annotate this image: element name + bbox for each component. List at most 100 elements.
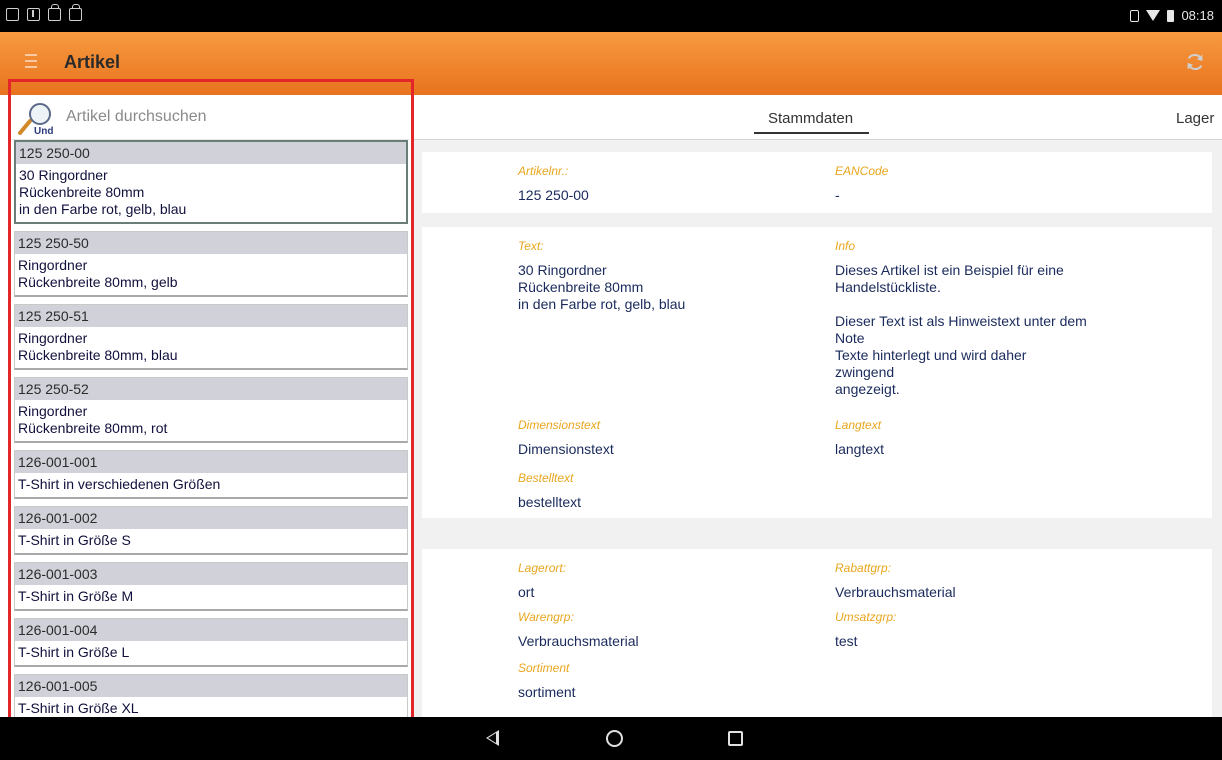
umsatzgrp-label: Umsatzgrp: xyxy=(835,610,897,624)
article-description: T-Shirt in Größe L xyxy=(15,641,407,665)
recent-apps-icon[interactable] xyxy=(728,731,743,746)
battery-icon xyxy=(1167,9,1175,22)
langtext-value: langtext xyxy=(835,441,885,457)
value-line xyxy=(835,296,1087,313)
list-item[interactable]: 125 250-00 30 Ringordner Rückenbreite 80mm… xyxy=(14,140,408,224)
tab-lager[interactable]: Lager xyxy=(1176,110,1214,127)
value-line: Rückenbreite 80mm xyxy=(518,279,644,295)
article-number: 125 250-50 xyxy=(15,232,407,254)
home-icon[interactable] xyxy=(606,730,623,747)
value-line: Handelstückliste. xyxy=(835,279,941,295)
nav-bar-edge xyxy=(0,717,12,760)
list-item[interactable]: 126-001-002 T-Shirt in Größe S xyxy=(14,506,408,555)
text-value: 30 Ringordner Rückenbreite 80mm in den Far… xyxy=(518,262,685,313)
article-number: 126-001-005 xyxy=(15,675,407,697)
article-number: 126-001-004 xyxy=(15,619,407,641)
article-description: T-Shirt in verschiedenen Größen xyxy=(15,473,407,497)
list-item[interactable]: 126-001-005 T-Shirt in Größe XL xyxy=(14,674,408,717)
active-tab-indicator xyxy=(754,132,869,134)
download-notification-icon xyxy=(27,8,40,21)
article-description: T-Shirt in Größe M xyxy=(15,585,407,609)
article-description: Ringordner Rückenbreite 80mm, gelb xyxy=(15,254,407,295)
lagerort-value: ort xyxy=(518,584,535,600)
description-line: Ringordner xyxy=(18,403,88,419)
article-description: Ringordner Rückenbreite 80mm, rot xyxy=(15,400,407,441)
store-notification-icon xyxy=(48,4,61,21)
text-label: Text: xyxy=(518,239,544,253)
article-number: 125 250-52 xyxy=(15,378,407,400)
rabattgrp-value: Verbrauchsmaterial xyxy=(835,584,956,600)
description-line: in den Farbe rot, gelb, blau xyxy=(19,201,187,217)
description-line: T-Shirt in Größe M xyxy=(18,588,134,604)
page-title: Artikel xyxy=(64,52,121,72)
lagerort-label: Lagerort: xyxy=(518,561,567,575)
bestelltext-label: Bestelltext xyxy=(518,471,574,485)
warengrp-label: Warengrp: xyxy=(518,610,574,624)
list-item[interactable]: 125 250-51 Ringordner Rückenbreite 80mm, b… xyxy=(14,304,408,370)
card-identifiers: Artikelnr.: 125 250-00 EANCode - xyxy=(422,152,1212,213)
dimensionstext-value: Dimensionstext xyxy=(518,441,614,457)
app-screen: 08:18 Artikel Und 125 250-0030 Ringordne… xyxy=(0,0,1222,760)
eancode-value: - xyxy=(835,187,840,203)
card-texts: Text: 30 Ringordner Rückenbreite 80mm in d… xyxy=(422,227,1212,518)
description-line: Rückenbreite 80mm, gelb xyxy=(18,274,178,290)
list-item[interactable]: 125 250-50 Ringordner Rückenbreite 80mm, g… xyxy=(14,231,408,297)
eancode-label: EANCode xyxy=(835,164,889,178)
list-item[interactable]: 126-001-004 T-Shirt in Größe L xyxy=(14,618,408,667)
value-line: Note xyxy=(835,330,865,346)
back-icon[interactable] xyxy=(486,730,499,746)
list-item[interactable]: 126-001-003 T-Shirt in Größe M xyxy=(14,562,408,611)
tab-stammdaten[interactable]: Stammdaten xyxy=(768,110,853,127)
sortiment-label: Sortiment xyxy=(518,661,570,675)
value-line: angezeigt. xyxy=(835,381,900,397)
description-line: T-Shirt in Größe L xyxy=(18,644,130,660)
list-item[interactable]: 125 250-52 Ringordner Rückenbreite 80mm, r… xyxy=(14,377,408,443)
description-line: Rückenbreite 80mm, blau xyxy=(18,347,178,363)
article-number: 126-001-002 xyxy=(15,507,407,529)
vibrate-icon xyxy=(1130,9,1140,22)
tabs-bar: Stammdaten Lager xyxy=(414,95,1222,140)
value-line: Dieses Artikel ist ein Beispiel für eine xyxy=(835,262,1064,278)
artikelnr-value: 125 250-00 xyxy=(518,187,589,203)
value-line: Texte hinterlegt und wird daher xyxy=(835,347,1027,363)
sortiment-value: sortiment xyxy=(518,684,576,700)
search-input[interactable] xyxy=(66,105,396,129)
card-classification: Lagerort: ort Rabattgrp: Verbrauchsmater… xyxy=(422,549,1212,717)
article-description: T-Shirt in Größe XL xyxy=(15,697,407,717)
article-list[interactable]: 125 250-00 30 Ringordner Rückenbreite 80mm… xyxy=(12,140,409,717)
article-list-panel: Und 125 250-0030 RingordnerRückenbreite … xyxy=(12,95,409,717)
wifi-icon xyxy=(1146,10,1161,21)
menu-icon[interactable] xyxy=(25,54,37,68)
article-number: 126-001-003 xyxy=(15,563,407,585)
description-line: Ringordner xyxy=(18,330,88,346)
description-line: T-Shirt in verschiedenen Größen xyxy=(18,476,221,492)
artikelnr-label: Artikelnr.: xyxy=(518,164,569,178)
bestelltext-value: bestelltext xyxy=(518,494,582,510)
notification-icons xyxy=(6,4,82,21)
navigation-bar xyxy=(12,717,1222,760)
value-line: in den Farbe rot, gelb, blau xyxy=(518,296,686,312)
status-right: 08:18 xyxy=(1130,8,1214,23)
search-icon[interactable]: Und xyxy=(14,101,64,137)
description-line: T-Shirt in Größe XL xyxy=(18,700,139,716)
sync-icon[interactable] xyxy=(1184,51,1206,73)
list-item[interactable]: 126-001-001 T-Shirt in verschiedenen Größ… xyxy=(14,450,408,499)
article-number: 125 250-00 xyxy=(16,142,406,164)
description-line: Ringordner xyxy=(18,257,88,273)
description-line: T-Shirt in Größe S xyxy=(18,532,131,548)
value-line: 30 Ringordner xyxy=(518,262,607,278)
langtext-label: Langtext xyxy=(835,418,882,432)
app-bar: Artikel xyxy=(0,32,1222,95)
article-description: Ringordner Rückenbreite 80mm, blau xyxy=(15,327,407,368)
value-line: zwingend xyxy=(835,364,895,380)
description-line: Rückenbreite 80mm xyxy=(19,184,145,200)
description-line: Rückenbreite 80mm, rot xyxy=(18,420,168,436)
info-value: Dieses Artikel ist ein Beispiel für eine… xyxy=(835,262,1087,398)
info-label: Info xyxy=(835,239,856,253)
umsatzgrp-value: test xyxy=(835,633,858,649)
warengrp-value: Verbrauchsmaterial xyxy=(518,633,639,649)
article-description: 30 Ringordner Rückenbreite 80mm in den Far… xyxy=(16,164,406,222)
article-number: 125 250-51 xyxy=(15,305,407,327)
status-time: 08:18 xyxy=(1181,8,1214,23)
detail-panel: Stammdaten Lager Artikelnr.: 125 250-00 … xyxy=(414,95,1222,717)
